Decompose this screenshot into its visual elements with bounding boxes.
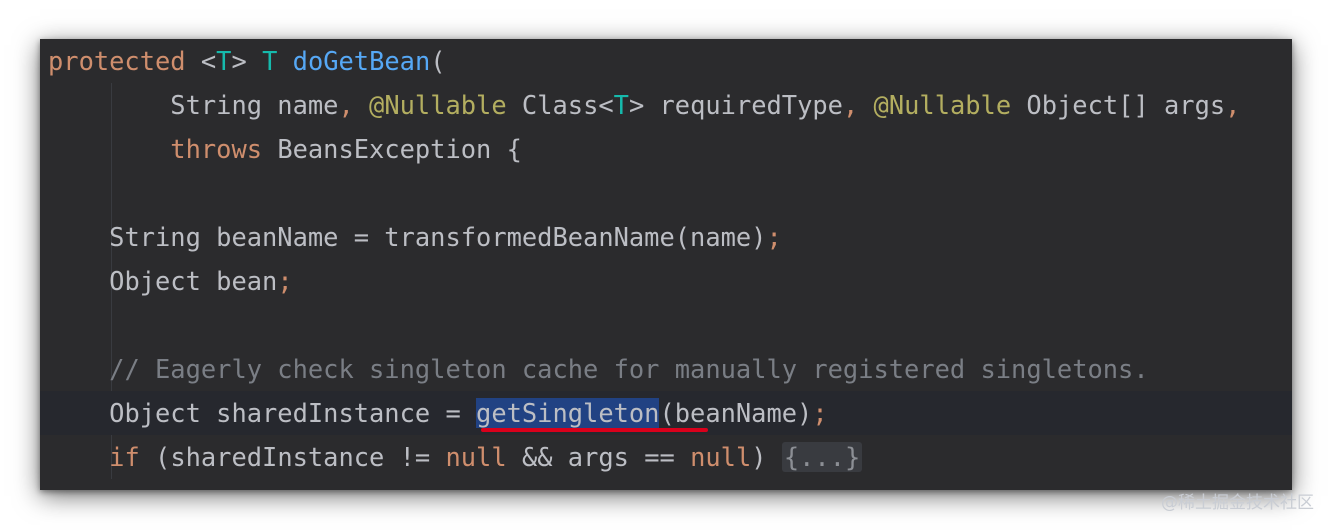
code-line-10[interactable]: if (sharedInstance != null && args == nu… <box>40 435 1292 479</box>
call-args: (beanName) <box>659 398 813 428</box>
statement-bean: Object bean <box>109 266 278 296</box>
param-name: String name <box>170 90 339 120</box>
statement-shared-instance: Object sharedInstance = <box>109 398 477 428</box>
code-line-1[interactable]: protected <T> T doGetBean( <box>40 39 1292 83</box>
keyword-if: if <box>109 442 140 472</box>
semicolon: ; <box>812 398 828 428</box>
semicolon: ; <box>277 266 293 296</box>
code-comment: // Eagerly check singleton cache for man… <box>109 354 1149 384</box>
method-name-doGetBean: doGetBean <box>292 46 431 76</box>
condition-part: && args == <box>521 442 691 472</box>
folded-block[interactable]: {...} <box>781 442 863 472</box>
return-type: T <box>262 46 278 76</box>
code-line-3[interactable]: throws BeansException { <box>40 127 1292 171</box>
keyword-throws: throws <box>170 134 263 164</box>
selected-method-getSingleton[interactable]: getSingleton <box>476 398 660 428</box>
comma: , <box>842 90 859 120</box>
comma: , <box>1225 90 1241 120</box>
angle-close: > <box>231 46 247 76</box>
condition-part: (sharedInstance != <box>155 442 446 472</box>
code-editor[interactable]: protected <T> T doGetBean( String name, … <box>40 39 1292 490</box>
red-underline-annotation <box>481 428 708 432</box>
keyword-null: null <box>445 442 507 472</box>
semicolon: ; <box>766 222 782 252</box>
class-type: Class< <box>521 90 614 120</box>
code-line-5[interactable]: String beanName = transformedBeanName(na… <box>40 215 1292 259</box>
type-param: T <box>613 90 629 120</box>
annotation-nullable: @Nullable <box>873 90 1012 120</box>
code-line-2[interactable]: String name, @Nullable Class<T> required… <box>40 83 1292 127</box>
angle-open: < <box>200 46 217 76</box>
keyword-protected: protected <box>48 46 186 76</box>
code-line-6[interactable]: Object bean; <box>40 259 1292 303</box>
keyword-null: null <box>690 442 752 472</box>
annotation-nullable: @Nullable <box>369 90 507 120</box>
paren-open: ( <box>430 46 446 76</box>
paren-close: ) <box>751 442 767 472</box>
type-param: T <box>216 46 232 76</box>
comma: , <box>338 90 354 120</box>
exception-type: BeansException { <box>277 134 522 164</box>
param-args: Object[] args <box>1026 90 1226 120</box>
code-line-8[interactable]: // Eagerly check singleton cache for man… <box>40 347 1292 391</box>
statement-bean-name: String beanName = transformedBeanName(na… <box>109 222 767 252</box>
param-required-type: > requiredType <box>628 90 843 120</box>
watermark: @稀土掘金技术社区 <box>1161 493 1314 513</box>
